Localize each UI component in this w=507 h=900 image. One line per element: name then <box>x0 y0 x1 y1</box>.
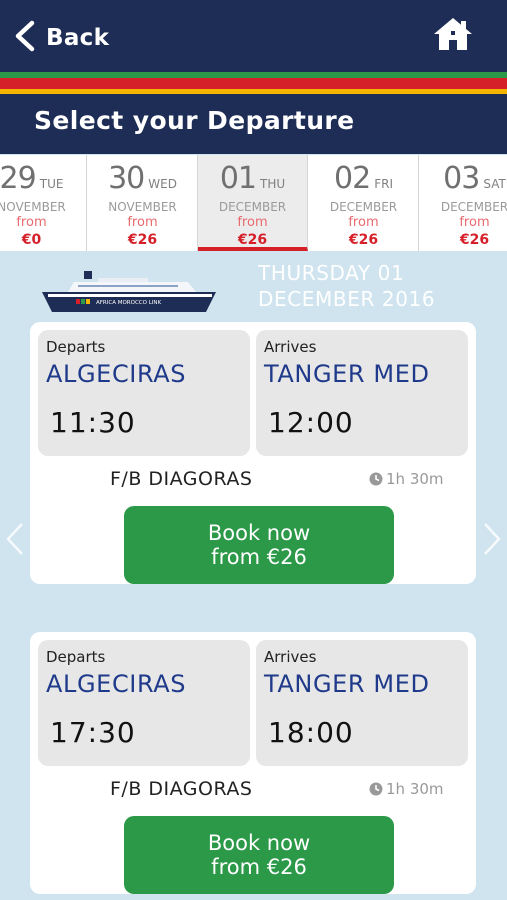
date-price: €26 <box>237 232 268 248</box>
date-weekday: SAT <box>483 177 506 191</box>
vessel-name: F/B DIAGORAS <box>110 468 253 490</box>
date-tab-02[interactable]: 02 FRI DECEMBER from €26 <box>309 155 419 251</box>
date-number: 29 <box>0 161 37 196</box>
duration: 1h 30m <box>368 780 444 798</box>
duration: 1h 30m <box>368 470 444 488</box>
departure-box: Departs ALGECIRAS 11:30 <box>38 330 250 456</box>
date-price: €0 <box>21 232 42 248</box>
selected-day-heading: THURSDAY 01 DECEMBER 2016 <box>258 260 435 312</box>
date-from-label: from <box>16 215 47 230</box>
duration-text: 1h 30m <box>386 470 444 488</box>
date-number: 30 <box>108 161 145 196</box>
arrival-port: TANGER MED <box>264 670 430 698</box>
back-button[interactable]: Back <box>12 18 109 58</box>
arrival-port: TANGER MED <box>264 360 430 388</box>
book-now-button[interactable]: Book now from €26 <box>124 816 394 894</box>
date-weekday: FRI <box>374 177 393 191</box>
departure-box: Departs ALGECIRAS 17:30 <box>38 640 250 766</box>
sailing-card: Departs ALGECIRAS 17:30 Arrives TANGER M… <box>30 632 476 894</box>
day-heading-line2: DECEMBER 2016 <box>258 287 436 311</box>
date-tab-03[interactable]: 03 SAT DECEMBER from €26 <box>420 155 507 251</box>
book-price: from €26 <box>211 545 307 569</box>
date-price: €26 <box>459 232 490 248</box>
previous-day-arrow-icon[interactable] <box>4 520 26 558</box>
ship-brand: AFRICA MOROCCO LINK <box>96 300 162 306</box>
date-price: €26 <box>348 232 379 248</box>
arrival-time: 12:00 <box>268 406 354 439</box>
date-month: DECEMBER <box>218 200 287 214</box>
date-tab-30[interactable]: 30 WED NOVEMBER from €26 <box>88 155 198 251</box>
vessel-name: F/B DIAGORAS <box>110 778 253 800</box>
date-month: NOVEMBER <box>108 200 177 214</box>
date-from-label: from <box>237 215 268 230</box>
arrives-label: Arrives <box>264 648 317 666</box>
book-price: from €26 <box>211 855 307 879</box>
date-weekday: TUE <box>39 177 64 191</box>
departs-label: Departs <box>46 648 106 666</box>
date-selector[interactable]: 29 TUE NOVEMBER from €0 30 WED NOVEMBER fr… <box>0 155 507 251</box>
arrival-box: Arrives TANGER MED 12:00 <box>256 330 468 456</box>
date-from-label: from <box>459 215 490 230</box>
date-tab-01[interactable]: 01 THU DECEMBER from €26 <box>198 155 308 251</box>
title-bar: Select your Departure <box>0 94 507 154</box>
next-day-arrow-icon[interactable] <box>481 520 503 558</box>
back-label: Back <box>46 25 110 51</box>
color-stripes <box>0 72 507 94</box>
departure-time: 11:30 <box>50 406 136 439</box>
date-weekday: THU <box>260 177 286 191</box>
arrives-label: Arrives <box>264 338 317 356</box>
book-now-button[interactable]: Book now from €26 <box>124 506 394 584</box>
ferry-ship-icon: AFRICA MOROCCO LINK <box>42 271 216 312</box>
departure-port: ALGECIRAS <box>46 670 187 698</box>
home-icon <box>432 18 474 56</box>
departs-label: Departs <box>46 338 106 356</box>
home-button[interactable] <box>432 16 474 52</box>
date-month: NOVEMBER <box>0 200 66 214</box>
date-from-label: from <box>127 215 158 230</box>
top-nav-bar: Back <box>0 0 507 72</box>
date-from-label: from <box>348 215 379 230</box>
sailing-card: Departs ALGECIRAS 11:30 Arrives TANGER M… <box>30 322 476 584</box>
day-heading-line1: THURSDAY 01 <box>258 261 405 285</box>
date-tab-29[interactable]: 29 TUE NOVEMBER from €0 <box>0 155 87 251</box>
duration-text: 1h 30m <box>386 780 444 798</box>
date-number: 01 <box>219 161 257 196</box>
arrival-box: Arrives TANGER MED 18:00 <box>256 640 468 766</box>
date-month: DECEMBER <box>329 200 398 214</box>
clock-icon <box>369 782 383 796</box>
page-title: Select your Departure <box>34 106 355 135</box>
date-price: €26 <box>127 232 158 248</box>
chevron-left-icon <box>12 19 38 57</box>
date-weekday: WED <box>148 177 177 191</box>
book-label: Book now <box>207 521 311 545</box>
date-month: DECEMBER <box>440 200 507 214</box>
date-number: 02 <box>334 161 371 196</box>
departure-port: ALGECIRAS <box>46 360 187 388</box>
book-label: Book now <box>207 831 311 855</box>
departure-time: 17:30 <box>50 716 136 749</box>
date-number: 03 <box>443 161 480 196</box>
clock-icon <box>369 472 383 486</box>
arrival-time: 18:00 <box>268 716 354 749</box>
